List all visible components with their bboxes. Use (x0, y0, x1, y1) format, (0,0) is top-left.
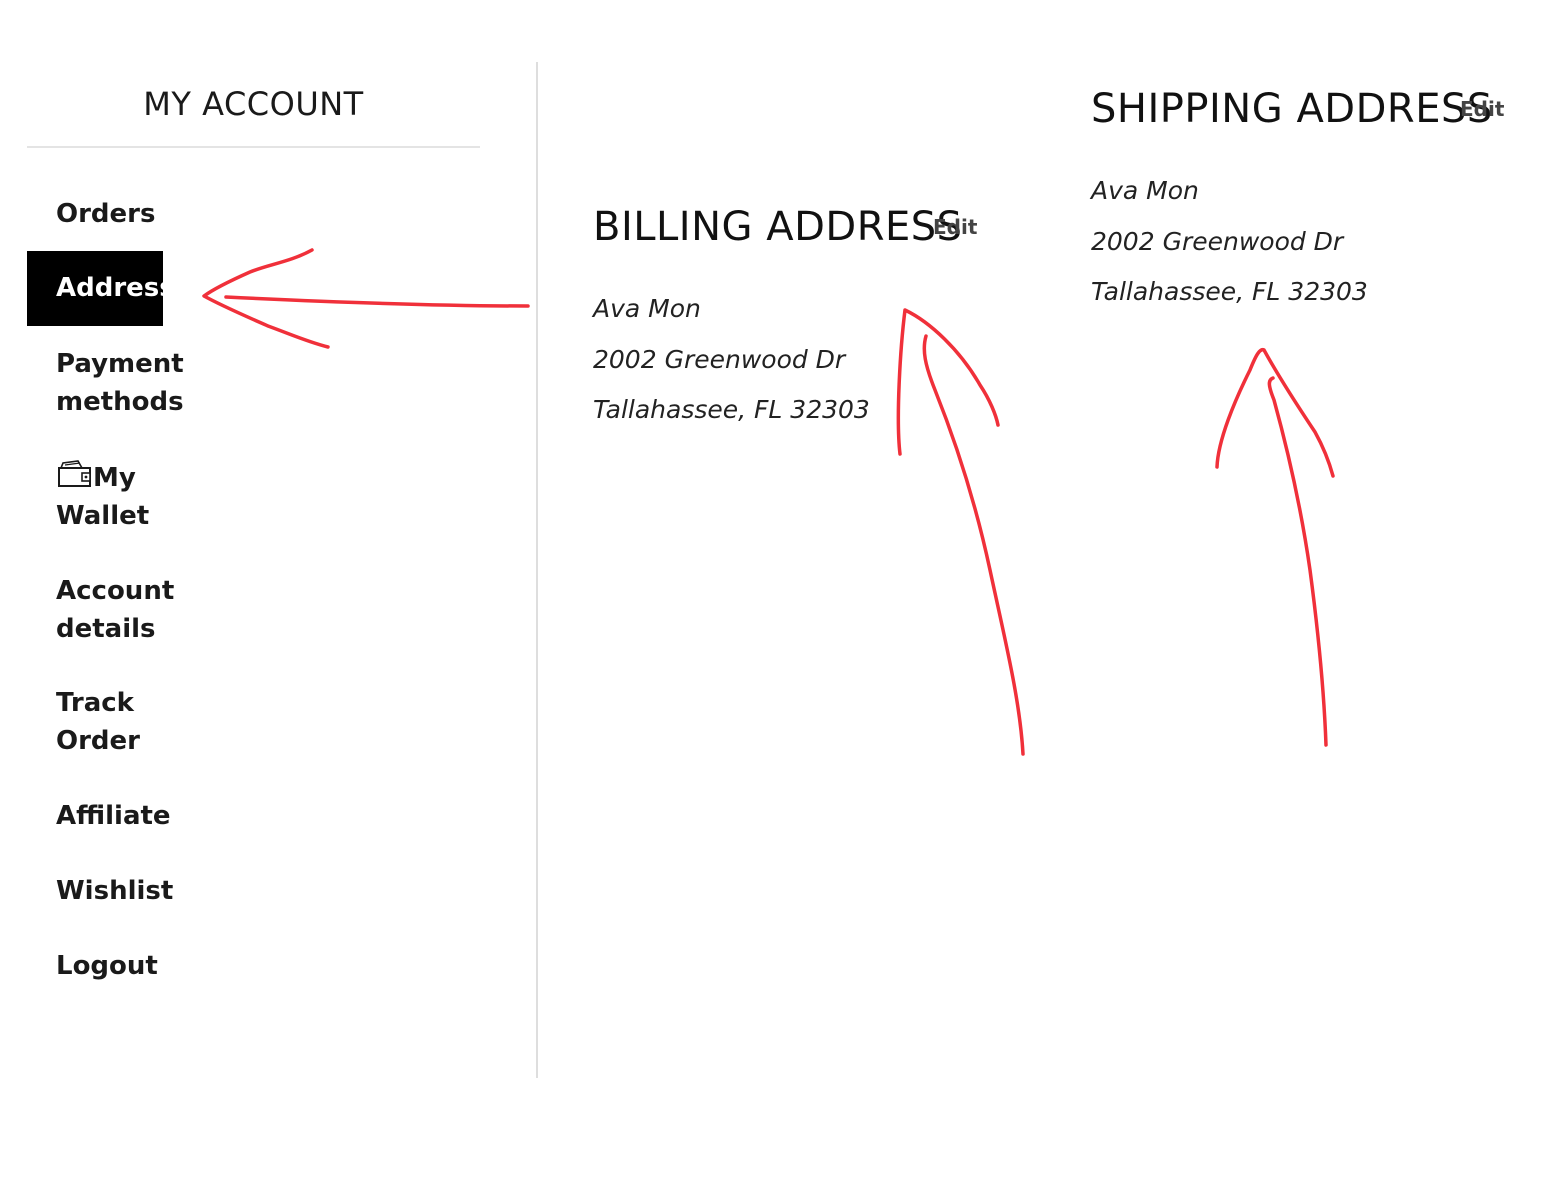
shipping-street: 2002 Greenwood Dr (1091, 227, 1344, 256)
nav-item-logout[interactable]: Logout (56, 947, 181, 985)
nav-item-label: Track Order (56, 688, 140, 756)
nav-item-label: Payment methods (56, 349, 184, 417)
nav-item-affiliate[interactable]: Affiliate (56, 797, 181, 835)
nav-item-addresses[interactable]: Addresses (27, 251, 163, 326)
nav-item-label: Logout (56, 951, 158, 981)
shipping-address-heading: SHIPPING ADDRESS (1091, 86, 1493, 132)
shipping-city-line: Tallahassee, FL 32303 (1091, 277, 1368, 306)
shipping-name: Ava Mon (1091, 176, 1199, 205)
billing-address-heading: BILLING ADDRESS (593, 204, 963, 250)
nav-item-label: Addresses (56, 273, 163, 303)
nav-item-label: Account details (56, 576, 175, 644)
nav-item-label: Affiliate (56, 801, 171, 831)
nav-item-label: Wishlist (56, 876, 174, 906)
account-nav: Orders Addresses Payment methods My Wall… (0, 0, 520, 1196)
shipping-edit-link[interactable]: Edit (1460, 97, 1504, 121)
nav-item-payment-methods[interactable]: Payment methods (56, 345, 184, 421)
column-divider (536, 62, 538, 1078)
nav-item-label: Orders (56, 199, 156, 229)
nav-item-my-wallet[interactable]: My Wallet (56, 459, 181, 535)
nav-item-wishlist[interactable]: Wishlist (56, 872, 181, 910)
nav-item-account-details[interactable]: Account details (56, 572, 181, 648)
arrow-to-shipping-edit (1215, 347, 1335, 747)
billing-street: 2002 Greenwood Dr (593, 345, 846, 374)
billing-name: Ava Mon (593, 294, 701, 323)
billing-edit-link[interactable]: Edit (933, 215, 977, 239)
billing-city-line: Tallahassee, FL 32303 (593, 395, 870, 424)
nav-item-track-order[interactable]: Track Order (56, 684, 181, 760)
wallet-icon (56, 459, 92, 489)
arrow-to-billing-edit (896, 308, 1025, 756)
nav-item-orders[interactable]: Orders (56, 195, 181, 233)
